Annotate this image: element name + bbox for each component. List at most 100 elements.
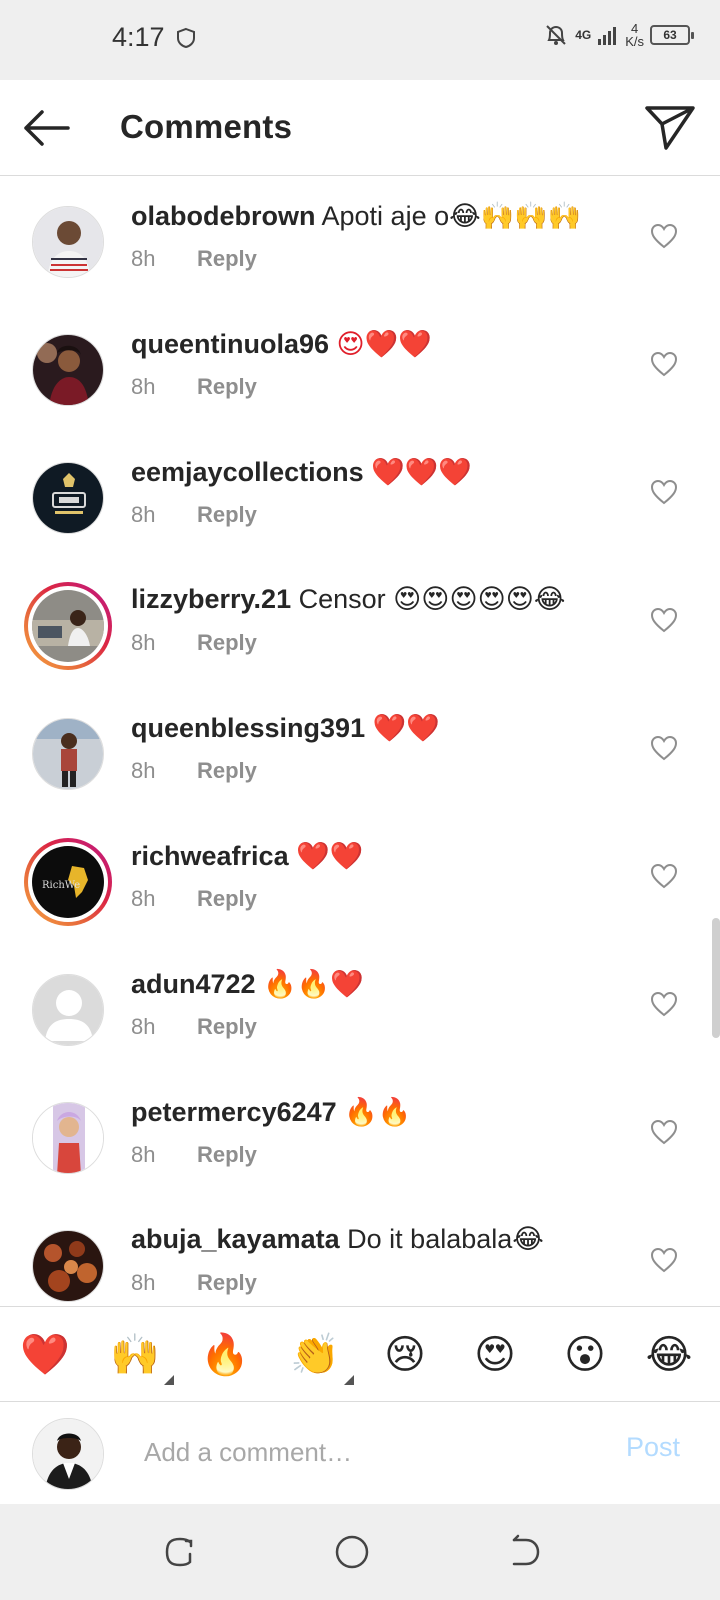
comment-time: 8h bbox=[131, 1142, 156, 1167]
avatar[interactable] bbox=[32, 206, 104, 278]
status-bar: 4:17 4G 4 K/s 63 bbox=[0, 0, 720, 80]
avatar bbox=[32, 590, 104, 662]
comment-username[interactable]: lizzyberry.21 bbox=[131, 584, 291, 614]
network-speed: 4 K/s bbox=[625, 21, 644, 49]
comment-username[interactable]: abuja_kayamata bbox=[131, 1224, 340, 1254]
emoji-fire-button[interactable]: 🔥 bbox=[196, 1327, 254, 1383]
comment-username[interactable]: richweafrica bbox=[131, 841, 289, 871]
reply-button[interactable]: Reply bbox=[197, 502, 257, 527]
comment-text: abuja_kayamata Do it balabala😂 bbox=[131, 1224, 544, 1255]
comment-text: queentinuola96 😍❤️❤️ bbox=[131, 328, 432, 360]
comment-meta: 8h Reply bbox=[131, 630, 257, 656]
direct-send-icon[interactable] bbox=[644, 102, 696, 152]
reply-button[interactable]: Reply bbox=[197, 886, 257, 911]
comment-text: olabodebrown Apoti aje o😂🙌🙌🙌 bbox=[131, 200, 582, 232]
reply-button[interactable]: Reply bbox=[197, 758, 257, 783]
scrollbar[interactable] bbox=[712, 918, 720, 1038]
comment-body: 🔥🔥❤️ bbox=[263, 969, 364, 999]
emoji-crying-face-button[interactable]: 😢 bbox=[376, 1327, 434, 1383]
comment-text: eemjaycollections ❤️❤️❤️ bbox=[131, 456, 472, 488]
mute-icon bbox=[546, 25, 566, 45]
comment-row: adun4722 🔥🔥❤️ 8h Reply bbox=[0, 944, 720, 1072]
quick-emoji-bar: ❤️ 🙌 🔥 👏 😢 😍 😮 😂 bbox=[0, 1306, 720, 1402]
reply-button[interactable]: Reply bbox=[197, 1270, 257, 1295]
comment-row: eemjaycollections ❤️❤️❤️ 8h Reply bbox=[0, 432, 720, 560]
status-time: 4:17 bbox=[112, 22, 165, 52]
comment-username[interactable]: olabodebrown bbox=[131, 201, 316, 231]
comment-meta: 8h Reply bbox=[131, 1014, 257, 1040]
svg-text:RichWe: RichWe bbox=[42, 880, 80, 891]
battery-icon: 63 bbox=[650, 25, 694, 45]
reply-button[interactable]: Reply bbox=[197, 1142, 257, 1167]
reply-button[interactable]: Reply bbox=[197, 374, 257, 399]
emoji-tears-of-joy-button[interactable]: 😂 bbox=[640, 1327, 698, 1383]
emoji-raising-hands-button[interactable]: 🙌 bbox=[106, 1327, 174, 1385]
heart-icon[interactable] bbox=[650, 1119, 678, 1145]
skin-tone-indicator-icon bbox=[344, 1375, 354, 1385]
heart-icon[interactable] bbox=[650, 1247, 678, 1273]
heart-icon[interactable] bbox=[650, 607, 678, 633]
comment-username[interactable]: adun4722 bbox=[131, 969, 256, 999]
comment-body: ❤️❤️❤️ bbox=[371, 457, 472, 488]
status-icons: 4G 4 K/s 63 bbox=[543, 21, 694, 49]
comment-list[interactable]: olabodebrown Apoti aje o😂🙌🙌🙌 8h Reply que… bbox=[0, 176, 720, 1306]
comment-time: 8h bbox=[131, 374, 156, 399]
comment-body: ❤️❤️ bbox=[372, 713, 440, 744]
avatar[interactable] bbox=[32, 1102, 104, 1174]
post-button[interactable]: Post bbox=[626, 1432, 680, 1463]
avatar[interactable] bbox=[32, 718, 104, 790]
comment-username[interactable]: queentinuola96 bbox=[131, 329, 329, 359]
emoji-heart-eyes-button[interactable]: 😍 bbox=[466, 1327, 524, 1383]
comment-row: queenblessing391 ❤️❤️ 8h Reply bbox=[0, 688, 720, 816]
avatar-story-ring[interactable] bbox=[24, 582, 112, 670]
heart-icon[interactable] bbox=[650, 479, 678, 505]
emoji-surprised-face-button[interactable]: 😮 bbox=[556, 1327, 614, 1383]
reply-button[interactable]: Reply bbox=[197, 630, 257, 655]
comment-time: 8h bbox=[131, 886, 156, 911]
recent-apps-icon[interactable] bbox=[160, 1532, 200, 1572]
comment-username[interactable]: eemjaycollections bbox=[131, 457, 364, 487]
emoji-red-heart-button[interactable]: ❤️ bbox=[16, 1327, 74, 1383]
comment-text: petermercy6247 🔥🔥 bbox=[131, 1096, 411, 1128]
comment-row: olabodebrown Apoti aje o😂🙌🙌🙌 8h Reply bbox=[0, 176, 720, 304]
comment-row: abuja_kayamata Do it balabala😂 8h Reply bbox=[0, 1200, 720, 1306]
avatar[interactable] bbox=[32, 462, 104, 534]
comment-composer: Post bbox=[0, 1402, 720, 1504]
comment-body: 😍❤️❤️ bbox=[336, 329, 432, 360]
comment-time: 8h bbox=[131, 758, 156, 783]
comment-time: 8h bbox=[131, 630, 156, 655]
comment-time: 8h bbox=[131, 502, 156, 527]
comment-body: Do it balabala😂 bbox=[347, 1224, 544, 1254]
heart-icon[interactable] bbox=[650, 991, 678, 1017]
comment-meta: 8h Reply bbox=[131, 1270, 257, 1296]
comment-username[interactable]: queenblessing391 bbox=[131, 713, 365, 743]
network-type: 4G bbox=[575, 28, 592, 42]
heart-icon[interactable] bbox=[650, 863, 678, 889]
signal-icon bbox=[598, 27, 617, 45]
emoji-clapping-hands-button[interactable]: 👏 bbox=[286, 1327, 354, 1385]
avatar[interactable] bbox=[32, 334, 104, 406]
comment-time: 8h bbox=[131, 1014, 156, 1039]
heart-icon[interactable] bbox=[650, 735, 678, 761]
avatar[interactable] bbox=[32, 1230, 104, 1302]
reply-button[interactable]: Reply bbox=[197, 246, 257, 271]
comment-text: queenblessing391 ❤️❤️ bbox=[131, 712, 440, 744]
comment-body: 🔥🔥 bbox=[344, 1097, 412, 1127]
reply-button[interactable]: Reply bbox=[197, 1014, 257, 1039]
back-arrow-icon[interactable] bbox=[20, 104, 72, 152]
skin-tone-indicator-icon bbox=[164, 1375, 174, 1385]
comment-row: RichWe richweafrica ❤️❤️ 8h Reply bbox=[0, 816, 720, 944]
avatar[interactable] bbox=[32, 974, 104, 1046]
heart-icon[interactable] bbox=[650, 223, 678, 249]
home-icon[interactable] bbox=[332, 1532, 372, 1572]
comment-meta: 8h Reply bbox=[131, 886, 257, 912]
header: Comments bbox=[0, 80, 720, 176]
comment-time: 8h bbox=[131, 246, 156, 271]
heart-icon[interactable] bbox=[650, 351, 678, 377]
comment-username[interactable]: petermercy6247 bbox=[131, 1097, 337, 1127]
system-navigation-bar bbox=[0, 1504, 720, 1600]
comment-input[interactable] bbox=[144, 1430, 584, 1474]
avatar-story-ring[interactable]: RichWe bbox=[24, 838, 112, 926]
comment-meta: 8h Reply bbox=[131, 758, 257, 784]
back-nav-icon[interactable] bbox=[504, 1532, 544, 1572]
